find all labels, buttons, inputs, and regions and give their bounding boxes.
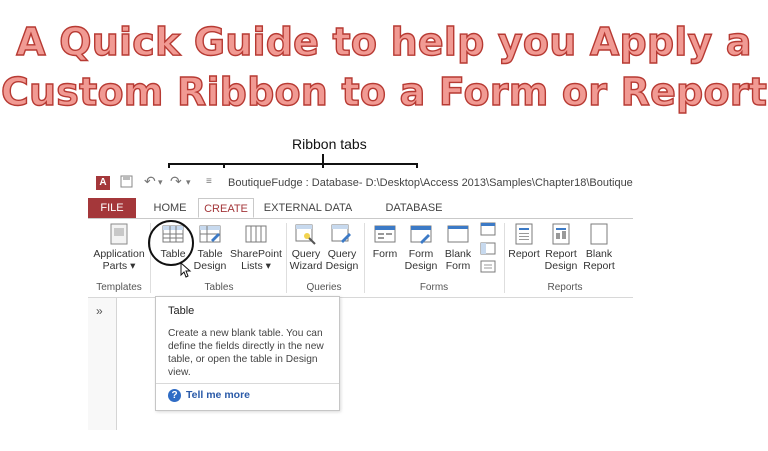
tooltip-body: Create a new blank table. You can define… (168, 328, 324, 378)
mouse-cursor-icon (180, 261, 192, 281)
ribbon-tabs-annotation: Ribbon tabs (292, 136, 367, 152)
help-icon: ? (168, 389, 181, 402)
group-label-templates: Templates (96, 282, 142, 293)
query-design-label-2: Design (325, 260, 359, 272)
sharepoint-lists-button[interactable]: SharePoint Lists ▾ (228, 223, 284, 272)
form-design-button[interactable]: Form Design (402, 223, 440, 272)
report-icon (513, 223, 535, 245)
form-design-label-1: Form (408, 248, 434, 260)
group-label-queries: Queries (306, 282, 342, 293)
table-design-label-1: Table (197, 248, 223, 260)
table-tooltip: Table Create a new blank table. You can … (155, 296, 340, 411)
table-design-label-2: Design (193, 260, 227, 272)
blank-report-label-2: Report (583, 260, 615, 272)
save-icon[interactable] (120, 175, 133, 191)
query-design-button[interactable]: Query Design (324, 223, 360, 272)
blank-report-button[interactable]: Blank Report (580, 223, 618, 272)
application-parts-button[interactable]: Application Parts ▾ (90, 223, 148, 272)
tab-database-tools[interactable]: DATABASE TOOLS (366, 198, 462, 234)
headline-line-2: Custom Ribbon to a Form or Report (0, 69, 768, 114)
query-design-label-1: Query (327, 248, 357, 260)
blank-form-label-2: Form (445, 260, 471, 272)
application-parts-label-2: Parts ▾ (102, 260, 136, 272)
blank-report-label-1: Blank (585, 248, 613, 260)
nav-pane-toggle[interactable]: » (96, 304, 103, 318)
query-wizard-label-1: Query (291, 248, 321, 260)
redo-icon[interactable]: ↷ (170, 173, 182, 190)
table-design-icon (199, 223, 221, 245)
tab-create[interactable]: CREATE (198, 198, 254, 218)
group-separator (504, 223, 505, 293)
group-separator (364, 223, 365, 293)
form-wizard-small-button[interactable] (478, 221, 498, 242)
sharepoint-lists-label-2: Lists ▾ (241, 260, 271, 272)
table-design-button[interactable]: Table Design (190, 223, 230, 272)
tab-external-data[interactable]: EXTERNAL DATA (260, 198, 356, 218)
redo-dropdown-icon[interactable]: ▾ (186, 177, 191, 188)
ribbon-tab-bar: FILE HOME CREATE EXTERNAL DATA DATABASE … (88, 198, 633, 234)
access-app-icon: A (96, 176, 110, 190)
blank-report-icon (588, 223, 610, 245)
query-wizard-icon (295, 223, 317, 245)
highlight-circle (148, 220, 194, 266)
group-label-forms: Forms (419, 282, 449, 293)
form-button[interactable]: Form (368, 223, 402, 260)
blank-form-label-1: Blank (444, 248, 472, 260)
group-separator (286, 223, 287, 293)
title-bar: A ↶ ▾ ↷ ▾ ≡ BoutiqueFudge : Database- D:… (88, 168, 633, 198)
query-wizard-label-2: Wizard (289, 260, 323, 272)
blank-form-button[interactable]: Blank Form (440, 223, 476, 272)
sharepoint-lists-icon (245, 223, 267, 245)
group-label-reports: Reports (547, 282, 583, 293)
report-button[interactable]: Report (506, 223, 542, 260)
form-wizard-icon (480, 222, 496, 236)
query-design-icon (331, 223, 353, 245)
tooltip-title: Table (168, 305, 195, 317)
report-label: Report (508, 248, 540, 260)
form-icon (374, 223, 396, 245)
tell-me-more-link[interactable]: Tell me more (186, 389, 250, 401)
undo-dropdown-icon[interactable]: ▾ (158, 177, 163, 188)
form-label: Form (372, 248, 398, 260)
blank-form-icon (447, 223, 469, 245)
report-design-label-2: Design (544, 260, 578, 272)
report-design-icon (550, 223, 572, 245)
headline-line-1: A Quick Guide to help you Apply a (16, 19, 753, 64)
navigation-pane: » (88, 298, 117, 430)
more-forms-small-button[interactable] (478, 259, 498, 278)
report-design-label-1: Report (545, 248, 577, 260)
tab-home[interactable]: HOME (146, 198, 194, 218)
form-design-icon (410, 223, 432, 245)
sharepoint-lists-label-1: SharePoint (230, 248, 282, 260)
customize-qat-icon[interactable]: ≡ (206, 176, 212, 187)
form-design-label-2: Design (404, 260, 438, 272)
tooltip-divider (156, 383, 339, 384)
window-title: BoutiqueFudge : Database- D:\Desktop\Acc… (228, 177, 633, 189)
application-parts-icon (108, 223, 130, 245)
more-forms-icon (480, 260, 496, 273)
annotation-bracket (168, 163, 418, 165)
query-wizard-button[interactable]: Query Wizard (288, 223, 324, 272)
group-label-tables: Tables (204, 282, 234, 293)
report-design-button[interactable]: Report Design (542, 223, 580, 272)
undo-icon[interactable]: ↶ (144, 173, 156, 190)
navigation-small-button[interactable] (478, 241, 498, 260)
navigation-icon (480, 242, 496, 255)
application-parts-label-1: Application (93, 248, 145, 260)
tab-file[interactable]: FILE (88, 198, 136, 218)
